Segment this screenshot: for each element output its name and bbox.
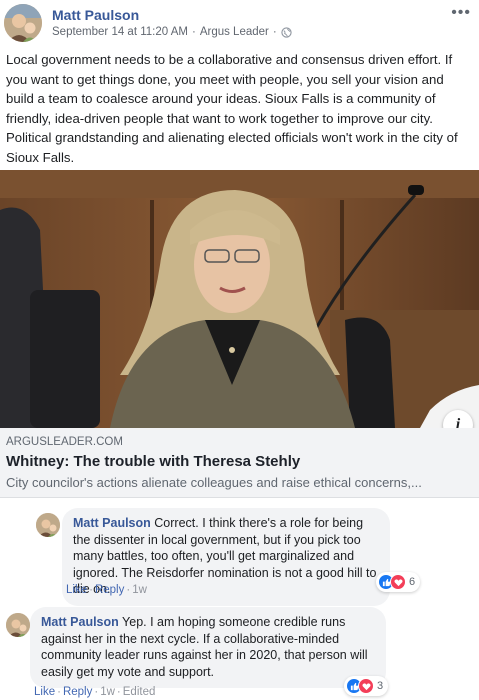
post-meta: September 14 at 11:20 AM · Argus Leader … [52, 26, 292, 38]
link-meta[interactable]: ARGUSLEADER.COM Whitney: The trouble wit… [0, 428, 479, 498]
edited-label[interactable]: Edited [123, 686, 156, 698]
post-author-name[interactable]: Matt Paulson [52, 7, 139, 23]
meta-separator: · [272, 26, 277, 38]
reply-link[interactable]: Reply [63, 686, 92, 698]
commenter-avatar[interactable] [36, 513, 60, 537]
reply-link[interactable]: Reply [95, 584, 124, 596]
comment-reactions[interactable]: 6 [376, 572, 421, 592]
comment-time[interactable]: 1w [132, 584, 147, 596]
post-header: Matt Paulson September 14 at 11:20 AM · … [0, 0, 479, 42]
globe-icon[interactable] [281, 26, 292, 38]
like-link[interactable]: Like [34, 686, 55, 698]
love-reaction-icon [358, 678, 374, 694]
love-reaction-icon [390, 574, 406, 590]
more-options-icon[interactable]: ••• [451, 4, 471, 22]
comment-actions: Like · Reply · 1w [66, 584, 147, 596]
comment-actions: Like · Reply · 1w · Edited [34, 686, 156, 698]
reaction-count: 3 [377, 680, 384, 692]
comment-author-name[interactable]: Matt Paulson [41, 615, 119, 629]
article-photo[interactable] [0, 170, 479, 428]
link-description: City councilor's actions alienate collea… [6, 475, 422, 490]
post-publisher[interactable]: Argus Leader [200, 26, 269, 38]
link-domain: ARGUSLEADER.COM [6, 436, 123, 448]
comment-reactions[interactable]: 3 [344, 676, 389, 696]
post-body-text: Local government needs to be a collabora… [6, 52, 458, 165]
link-title[interactable]: Whitney: The trouble with Theresa Stehly [6, 453, 300, 470]
comment-time[interactable]: 1w [100, 686, 115, 698]
post-date[interactable]: September 14 at 11:20 AM [52, 26, 188, 38]
comment-bubble: Matt Paulson Yep. I am hoping someone cr… [30, 607, 386, 688]
reaction-count: 6 [409, 576, 416, 588]
like-link[interactable]: Like [66, 584, 87, 596]
link-preview-card[interactable]: i ARGUSLEADER.COM Whitney: The trouble w… [0, 170, 479, 498]
author-avatar[interactable] [4, 4, 42, 42]
meta-separator: · [191, 26, 196, 38]
commenter-avatar[interactable] [6, 613, 30, 637]
comment-author-name[interactable]: Matt Paulson [73, 516, 151, 530]
